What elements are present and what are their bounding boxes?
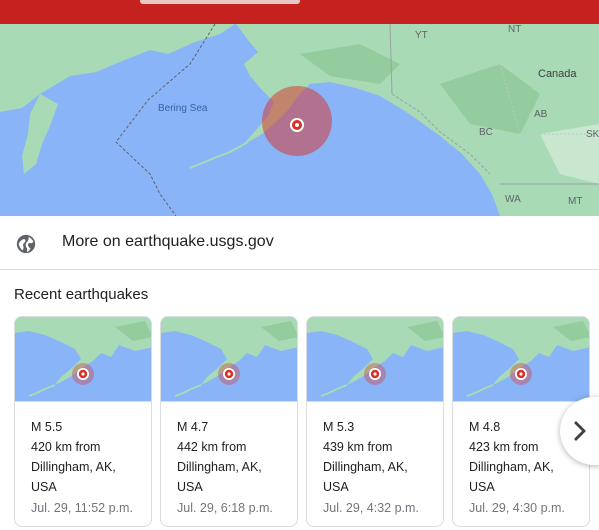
globe-icon — [16, 234, 36, 254]
card-date: Jul. 29, 6:18 p.m. — [177, 501, 273, 515]
card-place: Dillingham, AK, — [323, 460, 408, 474]
map-label-ab: AB — [534, 109, 548, 120]
map-label-wa: WA — [505, 194, 521, 205]
card-body: M 5.3 439 km from Dillingham, AK, USA — [307, 402, 443, 497]
source-link-text[interactable]: More on earthquake.usgs.gov — [62, 233, 274, 251]
section-title: Recent earthquakes — [14, 286, 149, 303]
card-magnitude: M 5.3 — [323, 420, 355, 434]
header-banner — [0, 0, 599, 24]
map-label-yt: YT — [415, 30, 428, 41]
earthquake-card[interactable]: M 5.3 439 km from Dillingham, AK, USA Jul. 2… — [306, 316, 444, 527]
card-country: USA — [31, 480, 57, 494]
map-label-bering-sea: Bering Sea — [158, 103, 208, 114]
card-distance: 420 km from — [31, 440, 101, 454]
earthquake-card[interactable]: M 4.7 442 km from Dillingham, AK, USA Jul. 2… — [160, 316, 298, 527]
card-map — [453, 317, 589, 402]
map-label-mt: MT — [568, 196, 583, 207]
card-map — [307, 317, 443, 402]
earthquake-card[interactable]: M 5.5 420 km from Dillingham, AK, USA Jul. 2… — [14, 316, 152, 527]
map-graphic — [0, 24, 599, 216]
map-label-canada: Canada — [538, 68, 577, 80]
card-magnitude: M 4.7 — [177, 420, 209, 434]
quake-marker-icon — [72, 363, 94, 385]
header-tab — [140, 0, 300, 4]
usgs-source-link[interactable]: More on earthquake.usgs.gov — [0, 216, 599, 270]
card-body: M 5.5 420 km from Dillingham, AK, USA — [15, 402, 151, 497]
card-place: Dillingham, AK, — [31, 460, 116, 474]
card-country: USA — [323, 480, 349, 494]
quake-marker-icon — [218, 363, 240, 385]
card-date: Jul. 29, 4:32 p.m. — [323, 501, 419, 515]
card-distance: 439 km from — [323, 440, 393, 454]
card-date: Jul. 29, 4:30 p.m. — [469, 501, 565, 515]
card-magnitude: M 5.5 — [31, 420, 63, 434]
card-body: M 4.7 442 km from Dillingham, AK, USA — [161, 402, 297, 497]
card-country: USA — [469, 480, 495, 494]
card-place: Dillingham, AK, — [469, 460, 554, 474]
card-map — [161, 317, 297, 402]
quake-marker-icon — [510, 363, 532, 385]
earthquake-map[interactable]: Canada Bering Sea YT NT BC AB SK WA MT — [0, 24, 599, 216]
chevron-right-icon — [574, 421, 586, 441]
card-map — [15, 317, 151, 402]
quake-marker-icon — [364, 363, 386, 385]
map-label-nt: NT — [508, 24, 522, 35]
card-distance: 442 km from — [177, 440, 247, 454]
card-date: Jul. 29, 11:52 p.m. — [31, 501, 133, 515]
map-label-sk: SK — [586, 129, 599, 140]
card-place: Dillingham, AK, — [177, 460, 262, 474]
map-label-bc: BC — [479, 127, 493, 138]
card-country: USA — [177, 480, 203, 494]
